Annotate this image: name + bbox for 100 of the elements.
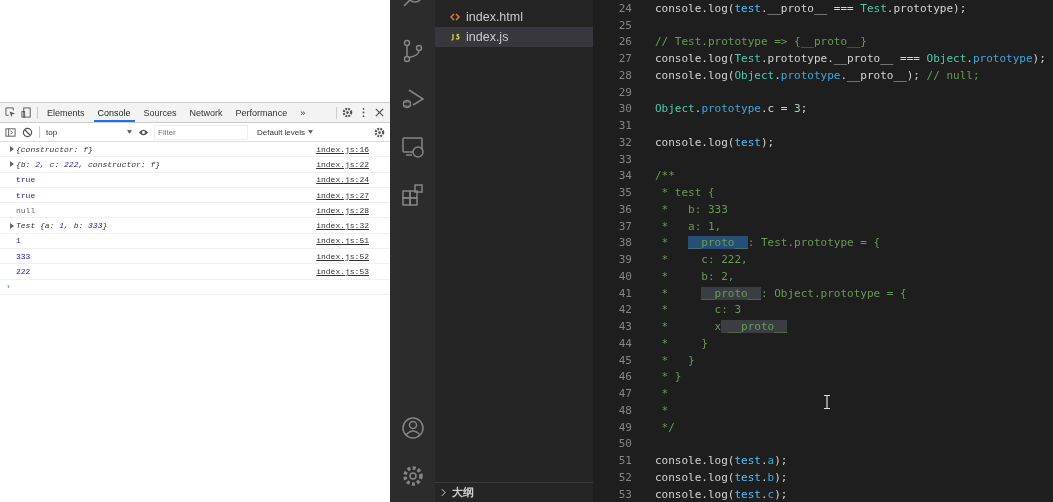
line-number: 27: [617, 52, 632, 66]
console-prompt[interactable]: ›: [6, 282, 11, 292]
code-line: console.log(test.__proto__ === Test.prototype);: [655, 1, 967, 15]
line-number: 49: [617, 420, 632, 434]
account-icon[interactable]: [400, 416, 425, 440]
line-number: 32: [617, 135, 632, 149]
line-number: 30: [617, 102, 632, 116]
line-number: 36: [617, 202, 632, 216]
code-line: * __proto__: Test.prototype = {: [660, 236, 881, 250]
code-line: *: [660, 387, 669, 401]
source-link[interactable]: index.js:27: [316, 190, 369, 200]
line-number: 26: [617, 35, 632, 49]
remote-explorer-icon[interactable]: [400, 135, 425, 159]
code-line: /**: [655, 169, 675, 183]
code-line: * __proto__: Object.prototype = {: [660, 286, 907, 300]
devtools-tab[interactable]: Network: [185, 103, 227, 122]
code-line: console.log(Test.prototype.__proto__ === Object.prototype);: [655, 52, 1046, 66]
code-line: * }: [660, 353, 695, 367]
console-message: {constructor: f}: [16, 144, 93, 154]
line-number: 41: [617, 286, 632, 300]
code-line: * a: 1,: [660, 219, 722, 233]
settings-icon[interactable]: [400, 464, 425, 488]
code-brackets-icon: [450, 12, 460, 22]
line-number: 44: [617, 336, 632, 350]
expand-triangle-icon[interactable]: [10, 222, 14, 229]
expand-triangle-icon[interactable]: [10, 146, 14, 153]
expand-triangle-icon[interactable]: [10, 161, 14, 168]
code-line: console.log(test);: [655, 135, 775, 149]
code-line: Object.prototype.c = 3;: [655, 102, 808, 116]
devtools-tab[interactable]: Performance: [231, 103, 292, 122]
line-number: 43: [617, 320, 632, 334]
line-number: 34: [617, 169, 632, 183]
line-number: 46: [617, 370, 632, 384]
extensions-icon[interactable]: [400, 183, 425, 207]
console-message: {b: 2, c: 222, constructor: f}: [16, 159, 161, 169]
line-number: 48: [617, 403, 632, 417]
source-link[interactable]: index.js:16: [316, 144, 369, 154]
code-line: */: [660, 420, 675, 434]
line-number: 53: [617, 487, 632, 501]
settings-icon[interactable]: [374, 126, 385, 138]
line-number: 33: [617, 152, 632, 166]
source-link[interactable]: index.js:24: [316, 175, 369, 185]
sidebar-toggle-icon[interactable]: [5, 126, 16, 138]
inspect-icon[interactable]: [5, 107, 16, 118]
line-number: 24: [617, 1, 632, 15]
line-number: 28: [617, 68, 632, 82]
source-link[interactable]: index.js:32: [316, 221, 369, 231]
levels-select[interactable]: Default levels: [257, 127, 314, 137]
console-message: Test {a: 1, b: 333}: [16, 221, 108, 231]
chevron-icon: [441, 488, 446, 497]
code-line: * c: 3: [660, 303, 742, 317]
code-line: * c: 222,: [660, 253, 748, 267]
code-line: console.log(test.c);: [655, 487, 788, 501]
file-item[interactable]: index.js: [435, 27, 593, 47]
console-message: true: [16, 190, 36, 200]
device-icon[interactable]: [21, 107, 32, 118]
code-line: * b: 2,: [660, 269, 735, 283]
code-line: * }: [660, 336, 708, 350]
line-number: 31: [617, 119, 632, 133]
clear-console-icon[interactable]: [22, 126, 33, 138]
line-number: 25: [617, 18, 632, 32]
console-message: 333: [16, 251, 31, 261]
line-number: 39: [617, 253, 632, 267]
code-line: * b: 333: [660, 202, 728, 216]
code-line: * x __proto__: [660, 320, 788, 334]
code-line: * test {: [660, 186, 715, 200]
caret-icon: [308, 130, 314, 134]
js-file-icon: [450, 32, 460, 42]
file-item[interactable]: index.html: [435, 7, 593, 27]
line-number: 52: [617, 470, 632, 484]
context-select[interactable]: top: [46, 127, 132, 137]
line-number: 37: [617, 219, 632, 233]
console-message: 222: [16, 267, 31, 276]
source-link[interactable]: index.js:52: [316, 251, 369, 261]
source-link[interactable]: index.js:53: [316, 267, 369, 276]
console-message: null: [16, 205, 36, 215]
code-line: * }: [660, 370, 682, 384]
console-message: 1: [16, 236, 21, 246]
line-number: 35: [617, 186, 632, 200]
close-icon[interactable]: [374, 107, 385, 118]
more-tabs[interactable]: »: [296, 103, 310, 122]
line-number: 45: [617, 353, 632, 367]
devtools-tab[interactable]: Sources: [139, 103, 181, 122]
code-line: // Test.prototype => {__proto__}: [655, 35, 867, 49]
devtools-tab[interactable]: Console: [93, 103, 135, 122]
run-debug-icon[interactable]: [400, 87, 425, 111]
line-number: 47: [617, 387, 632, 401]
code-line: *: [660, 403, 669, 417]
source-link[interactable]: index.js:51: [316, 236, 369, 246]
devtools-tab[interactable]: Elements: [43, 103, 89, 122]
source-link[interactable]: index.js:28: [316, 205, 369, 215]
line-number: 29: [617, 85, 632, 99]
line-number: 50: [617, 437, 632, 451]
filter-field[interactable]: Filter: [155, 125, 247, 139]
source-link[interactable]: index.js:22: [316, 159, 369, 169]
caret-icon: [127, 130, 132, 134]
settings-icon[interactable]: [342, 107, 353, 118]
text-cursor-icon: [824, 395, 830, 409]
code-line: console.log(Object.prototype.__proto__); // null;: [655, 68, 980, 82]
code-line: console.log(test.b);: [655, 470, 788, 484]
